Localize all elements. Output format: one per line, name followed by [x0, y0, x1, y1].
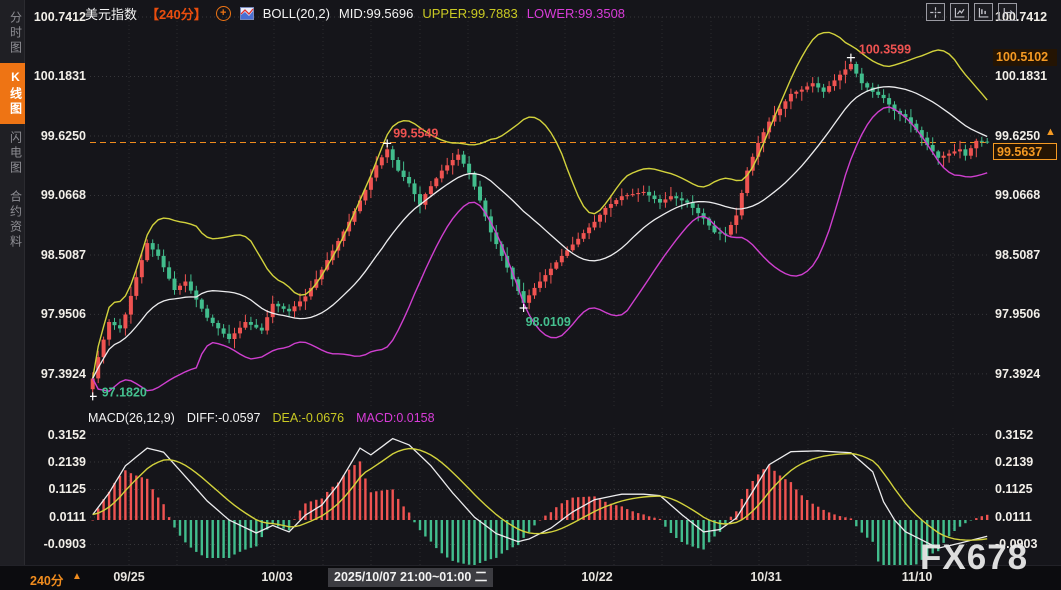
price-tick-right: 97.3924 [995, 366, 1059, 382]
macd-tick-left: 0.3152 [26, 427, 86, 443]
trading-app-window: 分时图K线图闪电图合约资料 美元指数 【240分】 + BOLL(20,2) M… [0, 0, 1061, 590]
x-axis-date-label: 09/25 [113, 570, 144, 584]
macd-tick-right: 0.3152 [995, 427, 1059, 443]
scroll-to-latest-icon[interactable]: ▲ [1045, 126, 1056, 138]
price-tick-left: 99.0668 [26, 187, 86, 203]
watermark: FX678 [920, 538, 1028, 578]
price-tick-left: 100.1831 [26, 68, 86, 84]
time-axis-bar: 240分 ▲ 2025/10/07 21:00~01:00 二 09/25 10/… [0, 565, 1061, 590]
price-tick-left: 98.5087 [26, 247, 86, 263]
macd-tick-right: 0.2139 [995, 454, 1059, 470]
boll-lower-value: LOWER:99.3508 [527, 6, 625, 21]
svg-text:99.5549: 99.5549 [393, 126, 438, 140]
selected-candle-time: 2025/10/07 21:00~01:00 二 [328, 568, 493, 587]
chart-toolbar [926, 3, 1017, 21]
svg-text:100.3599: 100.3599 [859, 43, 911, 57]
price-tick-left: 100.7412 [26, 9, 86, 25]
macd-tick-left: 0.2139 [26, 454, 86, 470]
chart-play-icon[interactable] [974, 3, 993, 21]
boll-upper-value: UPPER:99.7883 [422, 6, 517, 21]
period-label[interactable]: 【240分】 [146, 4, 207, 23]
crosshair-icon[interactable] [926, 3, 945, 21]
price-tick-left: 97.9506 [26, 306, 86, 322]
candlestick-chart[interactable]: 97.1820 99.5549 98.0109 100.3599 [90, 8, 990, 412]
price-tick-right: 99.0668 [995, 187, 1059, 203]
chart-type-sidebar: 分时图K线图闪电图合约资料 [0, 0, 25, 565]
price-tick-right: 97.9506 [995, 306, 1059, 322]
chart-header: 美元指数 【240分】 + BOLL(20,2) MID:99.5696 UPP… [85, 3, 625, 23]
symbol-name: 美元指数 [85, 4, 137, 23]
boll-label: BOLL(20,2) [263, 6, 330, 21]
current-price-badge: 99.5637 [993, 143, 1057, 160]
macd-panel-chart[interactable] [90, 428, 990, 565]
period-selector[interactable]: 240分 [30, 570, 63, 589]
sidebar-item-kline[interactable]: K线图 [0, 63, 25, 124]
mini-line-chart-icon[interactable] [240, 7, 254, 20]
macd-diff-value: DIFF:-0.0597 [187, 411, 261, 425]
x-axis-date-label: 10/03 [261, 570, 292, 584]
price-tick-left: 99.6250 [26, 128, 86, 144]
add-indicator-icon[interactable]: + [216, 6, 231, 21]
price-tick-right: 98.5087 [995, 247, 1059, 263]
svg-text:98.0109: 98.0109 [526, 315, 571, 329]
chart-scale-icon[interactable] [950, 3, 969, 21]
macd-tick-left: 0.1125 [26, 481, 86, 497]
macd-dea-value: DEA:-0.0676 [272, 411, 344, 425]
macd-header: MACD(26,12,9) DIFF:-0.0597 DEA:-0.0676 M… [88, 411, 435, 425]
pan-right-icon[interactable] [998, 3, 1017, 21]
svg-text:97.1820: 97.1820 [102, 385, 147, 399]
macd-tick-right: 0.0111 [995, 509, 1059, 525]
sidebar-item-timeline[interactable]: 分时图 [0, 4, 25, 63]
price-tick-right: 100.1831 [995, 68, 1059, 84]
x-axis-date-label: 10/31 [750, 570, 781, 584]
period-arrow-icon[interactable]: ▲ [72, 571, 82, 582]
macd-tick-left: -0.0903 [26, 536, 86, 552]
session-high-badge: 100.5102 [993, 49, 1057, 66]
macd-macd-value: MACD:0.0158 [356, 411, 435, 425]
price-tick-left: 97.3924 [26, 366, 86, 382]
sidebar-item-lightning[interactable]: 闪电图 [0, 124, 25, 183]
macd-tick-right: 0.1125 [995, 481, 1059, 497]
sidebar-item-contract-info[interactable]: 合约资料 [0, 183, 25, 257]
boll-mid-value: MID:99.5696 [339, 6, 413, 21]
x-axis-date-label: 10/22 [581, 570, 612, 584]
macd-tick-left: 0.0111 [26, 509, 86, 525]
macd-title: MACD(26,12,9) [88, 411, 175, 425]
